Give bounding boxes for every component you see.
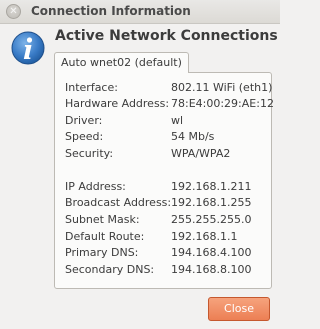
security-label: Security: — [65, 147, 114, 160]
driver-value: wl — [171, 114, 184, 127]
connection-info-dialog: ✕ Connection Information Active Network … — [0, 0, 280, 329]
speed-label: Speed: — [65, 130, 104, 143]
close-button[interactable]: Close — [208, 297, 270, 321]
window-close-button[interactable]: ✕ — [6, 4, 21, 19]
primary-dns-value: 194.168.4.100 — [171, 246, 252, 259]
hardware-address-label: Hardware Address: — [65, 97, 170, 110]
interface-label: Interface: — [65, 81, 118, 94]
speed-value: 54 Mb/s — [171, 130, 215, 143]
default-route-label: Default Route: — [65, 230, 145, 243]
subnet-mask-label: Subnet Mask: — [65, 213, 140, 226]
driver-label: Driver: — [65, 114, 103, 127]
interface-value: 802.11 WiFi (eth1) — [171, 81, 273, 94]
tab-connection[interactable]: Auto wnet02 (default) — [54, 52, 189, 73]
connection-details-panel: Interface: 802.11 WiFi (eth1) Hardware A… — [54, 72, 274, 289]
secondary-dns-value: 194.168.8.100 — [171, 263, 252, 276]
ip-address-label: IP Address: — [65, 180, 126, 193]
primary-dns-label: Primary DNS: — [65, 246, 139, 259]
info-icon — [11, 31, 45, 65]
default-route-value: 192.168.1.1 — [171, 230, 238, 243]
window-title: Connection Information — [31, 4, 191, 18]
page-heading: Active Network Connections — [55, 28, 278, 44]
broadcast-address-value: 192.168.1.255 — [171, 196, 252, 209]
hardware-address-value: 78:E4:00:29:AE:12 — [171, 97, 274, 110]
ip-address-value: 192.168.1.211 — [171, 180, 252, 193]
title-bar: ✕ Connection Information — [0, 0, 280, 24]
broadcast-address-label: Broadcast Address: — [65, 196, 172, 209]
secondary-dns-label: Secondary DNS: — [65, 263, 155, 276]
security-value: WPA/WPA2 — [171, 147, 231, 160]
close-icon: ✕ — [9, 5, 18, 17]
subnet-mask-value: 255.255.255.0 — [171, 213, 252, 226]
